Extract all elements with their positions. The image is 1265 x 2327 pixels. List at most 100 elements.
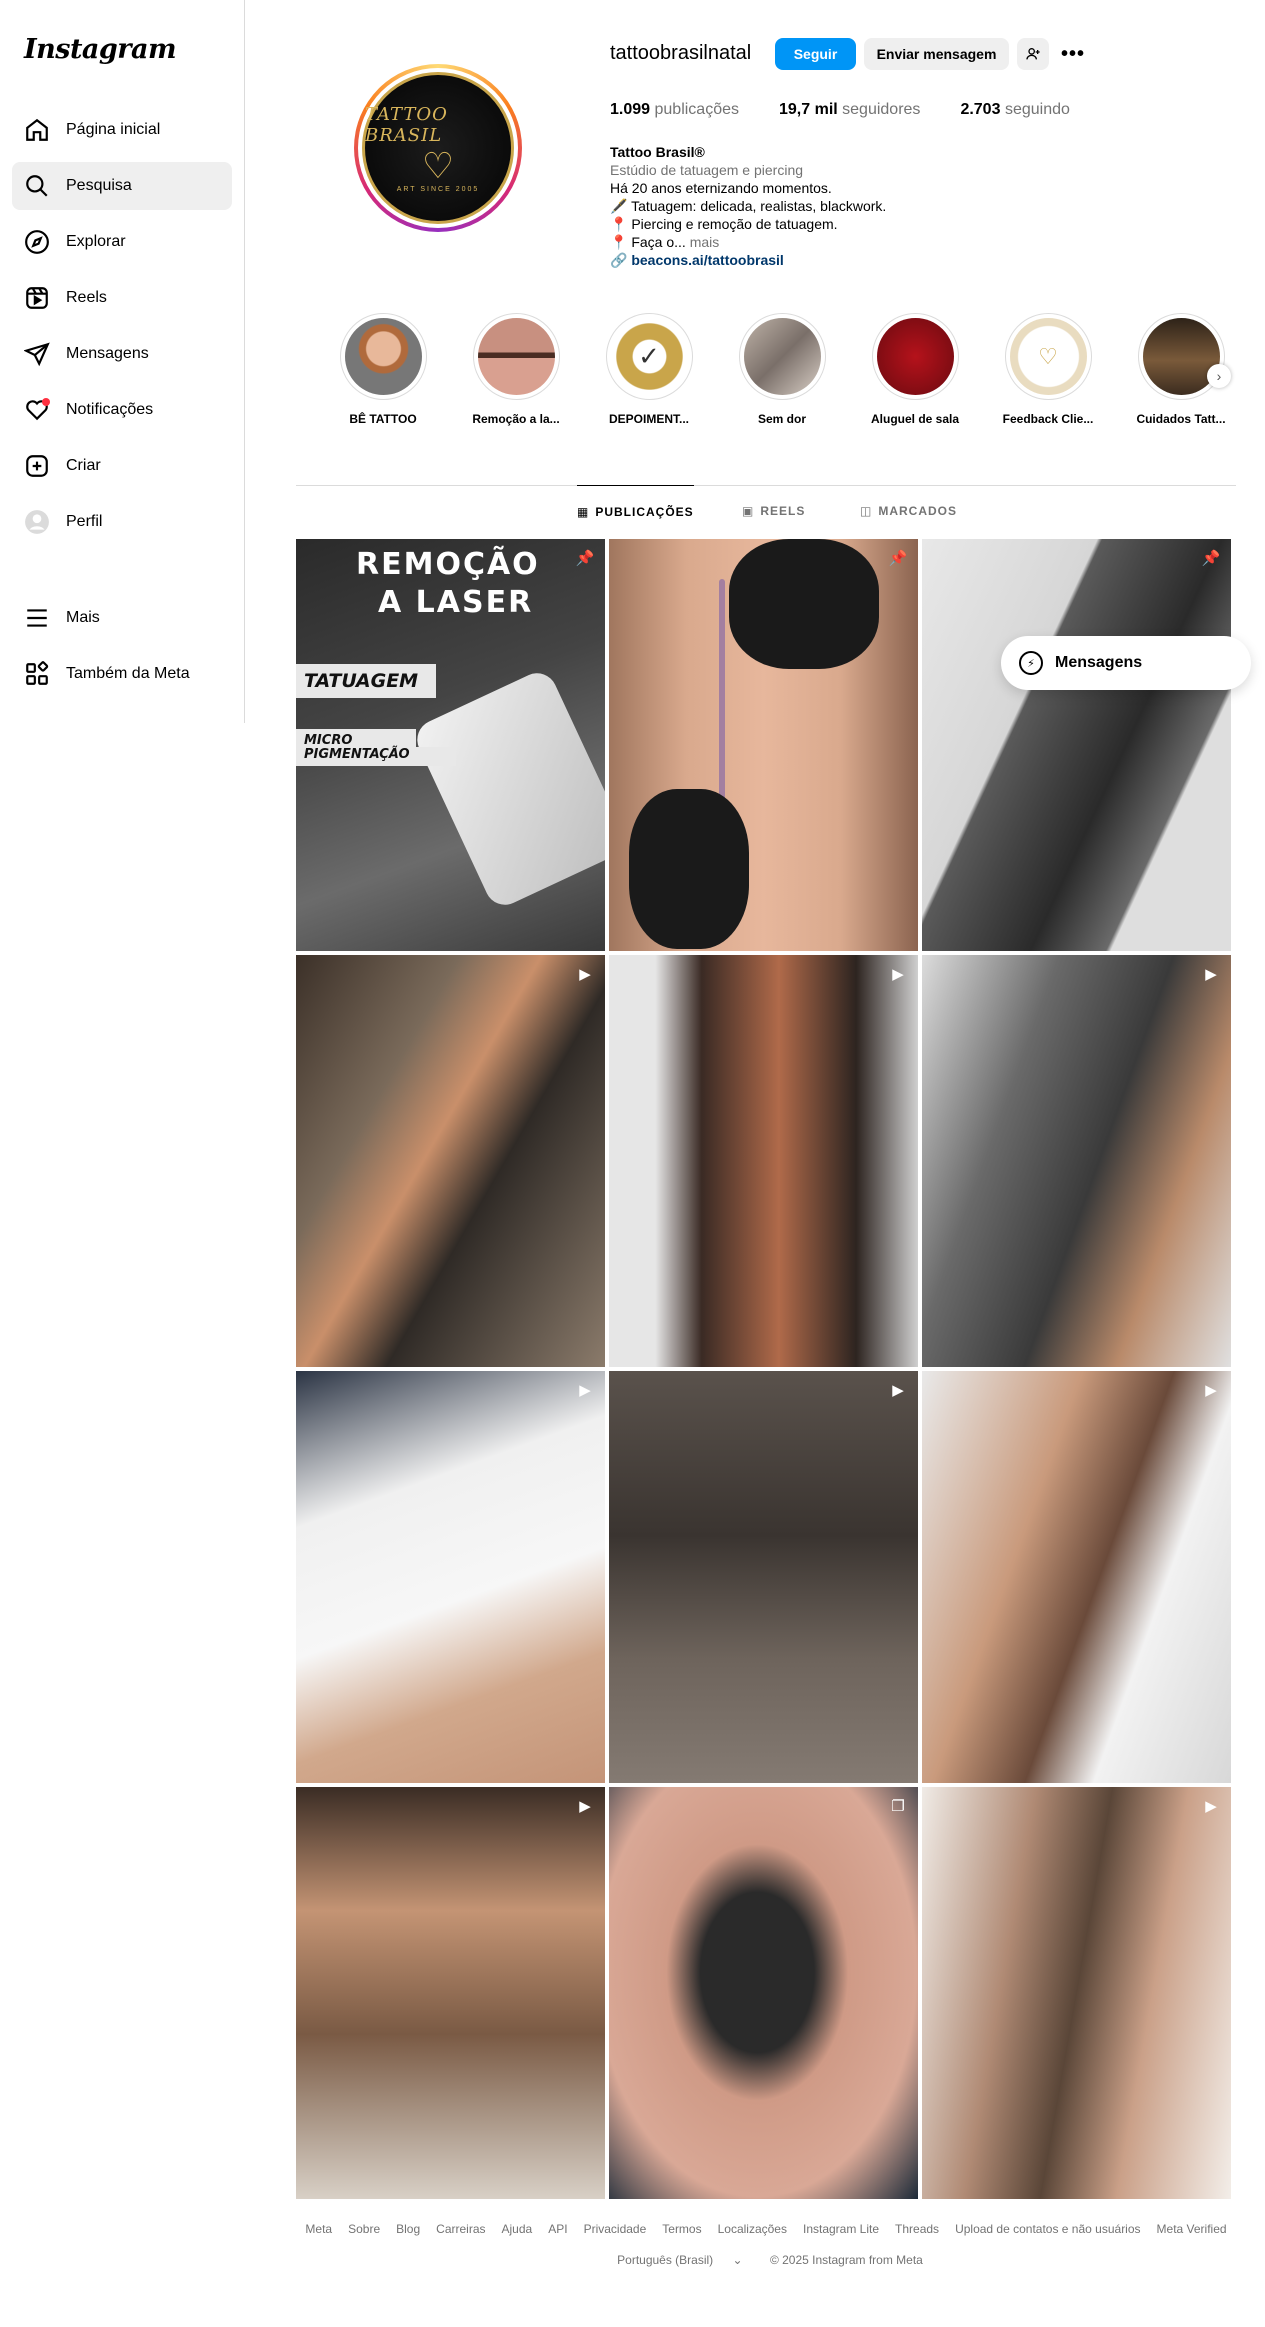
nav-reels-label: Reels	[66, 289, 107, 306]
profile-logo: TATTOO BRASIL ♡ ART SINCE 2005	[362, 72, 514, 224]
link-icon: 🔗	[610, 252, 628, 268]
bio-name: Tattoo Brasil®	[610, 144, 705, 160]
footer-link[interactable]: Carreiras	[436, 2222, 485, 2236]
bio-link[interactable]: beacons.ai/tattoobrasil	[631, 252, 783, 268]
footer-link[interactable]: API	[548, 2222, 567, 2236]
nav-search[interactable]: Pesquisa	[12, 162, 232, 210]
footer-link[interactable]: Meta Verified	[1157, 2222, 1227, 2236]
footer-link[interactable]: Termos	[662, 2222, 701, 2236]
highlight-cover	[1142, 318, 1220, 395]
follow-button[interactable]: Seguir	[775, 38, 856, 70]
post-tile[interactable]: ▶	[609, 1371, 918, 1783]
main-nav: Página inicial Pesquisa Explorar Reels M…	[12, 106, 232, 554]
reels-icon	[24, 285, 50, 311]
highlight-item[interactable]: Aluguel de sala	[865, 313, 965, 426]
highlight-label: Aluguel de sala	[870, 412, 960, 426]
highlight-item[interactable]: ✓ DEPOIMENT...	[599, 313, 699, 426]
post-overlay-text: PIGMENTAÇÃO	[296, 747, 456, 766]
nav-meta[interactable]: Também da Meta	[12, 650, 232, 698]
carousel-icon: ❐	[891, 1798, 905, 1815]
more-options-button[interactable]: •••	[1057, 38, 1089, 70]
nav-home[interactable]: Página inicial	[12, 106, 232, 154]
highlight-cover: ✓	[610, 318, 688, 395]
footer-link[interactable]: Ajuda	[502, 2222, 533, 2236]
reels-icon: ▣	[742, 504, 755, 518]
profile-username: tattoobrasilnatal	[610, 42, 752, 64]
nav-create-label: Criar	[66, 457, 101, 474]
highlight-label: Sem dor	[757, 412, 806, 426]
bottom-nav: Mais Também da Meta	[12, 594, 232, 706]
messages-floating-button[interactable]: ⚡ Mensagens	[1001, 636, 1251, 690]
highlight-label: Remoção a la...	[472, 412, 560, 426]
nav-explore[interactable]: Explorar	[12, 218, 232, 266]
post-tile[interactable]: ▶	[296, 955, 605, 1367]
nav-messages-label: Mensagens	[66, 345, 149, 362]
profile-bio: Tattoo Brasil® Estúdio de tatuagem e pie…	[610, 143, 886, 269]
footer-links: Meta Sobre Blog Carreiras Ajuda API Priv…	[296, 2222, 1236, 2236]
tab-posts[interactable]: ▦ PUBLICAÇÕES	[577, 485, 694, 537]
tab-reels[interactable]: ▣ REELS	[742, 485, 805, 537]
footer-link[interactable]: Privacidade	[584, 2222, 647, 2236]
post-tile[interactable]: REMOÇÃO A LASER TATUAGEM MICRO PIGMENTAÇ…	[296, 539, 605, 951]
highlights-next-button[interactable]: ›	[1207, 364, 1231, 388]
highlight-cover	[344, 318, 422, 395]
nav-messages[interactable]: Mensagens	[12, 330, 232, 378]
send-message-button[interactable]: Enviar mensagem	[864, 38, 1009, 70]
avatar-icon	[24, 509, 50, 535]
footer-link[interactable]: Sobre	[348, 2222, 380, 2236]
post-tile[interactable]: ▶	[296, 1787, 605, 2199]
language-select[interactable]: Português (Brasil) ⌄	[609, 2253, 750, 2267]
footer-link[interactable]: Upload de contatos e não usuários	[955, 2222, 1140, 2236]
posts-count: 1.099 publicações	[610, 101, 739, 118]
nav-create[interactable]: Criar	[12, 442, 232, 490]
post-tile[interactable]: ▶	[922, 1787, 1231, 2199]
tagged-icon: ◫	[860, 504, 873, 518]
heart-logo-icon: ♡	[421, 144, 455, 186]
reel-icon: ▶	[1205, 1798, 1217, 1815]
footer-link[interactable]: Blog	[396, 2222, 420, 2236]
post-overlay-text: REMOÇÃO	[356, 547, 540, 582]
footer-link[interactable]: Threads	[895, 2222, 939, 2236]
nav-meta-label: Também da Meta	[66, 665, 190, 682]
footer-link[interactable]: Meta	[305, 2222, 332, 2236]
tab-tagged[interactable]: ◫ MARCADOS	[860, 485, 957, 537]
profile-picture[interactable]: TATTOO BRASIL ♡ ART SINCE 2005	[354, 64, 522, 232]
nav-reels[interactable]: Reels	[12, 274, 232, 322]
post-overlay-text: MICRO	[296, 729, 416, 748]
nav-profile-label: Perfil	[66, 513, 103, 530]
following-count[interactable]: 2.703 seguindo	[960, 101, 1069, 119]
footer-link[interactable]: Localizações	[718, 2222, 787, 2236]
highlight-cover	[477, 318, 555, 395]
reel-icon: ▶	[579, 1382, 591, 1399]
bio-line-2: 🖋️ Tatuagem: delicada, realistas, blackw…	[610, 198, 887, 214]
profile-stats: 1.099 publicações 19,7 mil seguidores 2.…	[610, 101, 1110, 119]
highlight-item[interactable]: Sem dor	[732, 313, 832, 426]
messenger-icon: ⚡	[1019, 651, 1043, 675]
copyright: © 2025 Instagram from Meta	[769, 2253, 923, 2267]
highlight-item[interactable]: ♡ Feedback Clie...	[998, 313, 1098, 426]
post-tile[interactable]: 📌	[609, 539, 918, 951]
nav-notifications[interactable]: Notificações	[12, 386, 232, 434]
nav-notifications-label: Notificações	[66, 401, 154, 418]
highlight-item[interactable]: BÊ TATTOO	[333, 313, 433, 426]
post-tile[interactable]: ▶	[922, 1371, 1231, 1783]
add-person-icon	[1026, 48, 1040, 60]
instagram-logo[interactable]: Instagram	[24, 34, 177, 65]
footer-link[interactable]: Instagram Lite	[803, 2222, 879, 2236]
nav-search-label: Pesquisa	[66, 177, 132, 194]
profile-logo-since: ART SINCE 2005	[396, 185, 480, 193]
nav-profile[interactable]: Perfil	[12, 498, 232, 546]
post-tile[interactable]: 📌	[922, 539, 1231, 951]
highlight-label: BÊ TATTOO	[349, 412, 417, 426]
highlight-item[interactable]: Remoção a la...	[466, 313, 566, 426]
suggest-user-button[interactable]	[1017, 38, 1049, 70]
nav-more[interactable]: Mais	[12, 594, 232, 642]
post-tile[interactable]: ❐	[609, 1787, 918, 2199]
post-tile[interactable]: ▶	[296, 1371, 605, 1783]
followers-count[interactable]: 19,7 mil seguidores	[779, 101, 920, 119]
highlight-cover	[876, 318, 954, 395]
bio-more-link[interactable]: mais	[690, 234, 720, 250]
post-tile[interactable]: ▶	[922, 955, 1231, 1367]
post-tile[interactable]: ▶	[609, 955, 918, 1367]
bio-line-1: Há 20 anos eternizando momentos.	[610, 180, 832, 196]
